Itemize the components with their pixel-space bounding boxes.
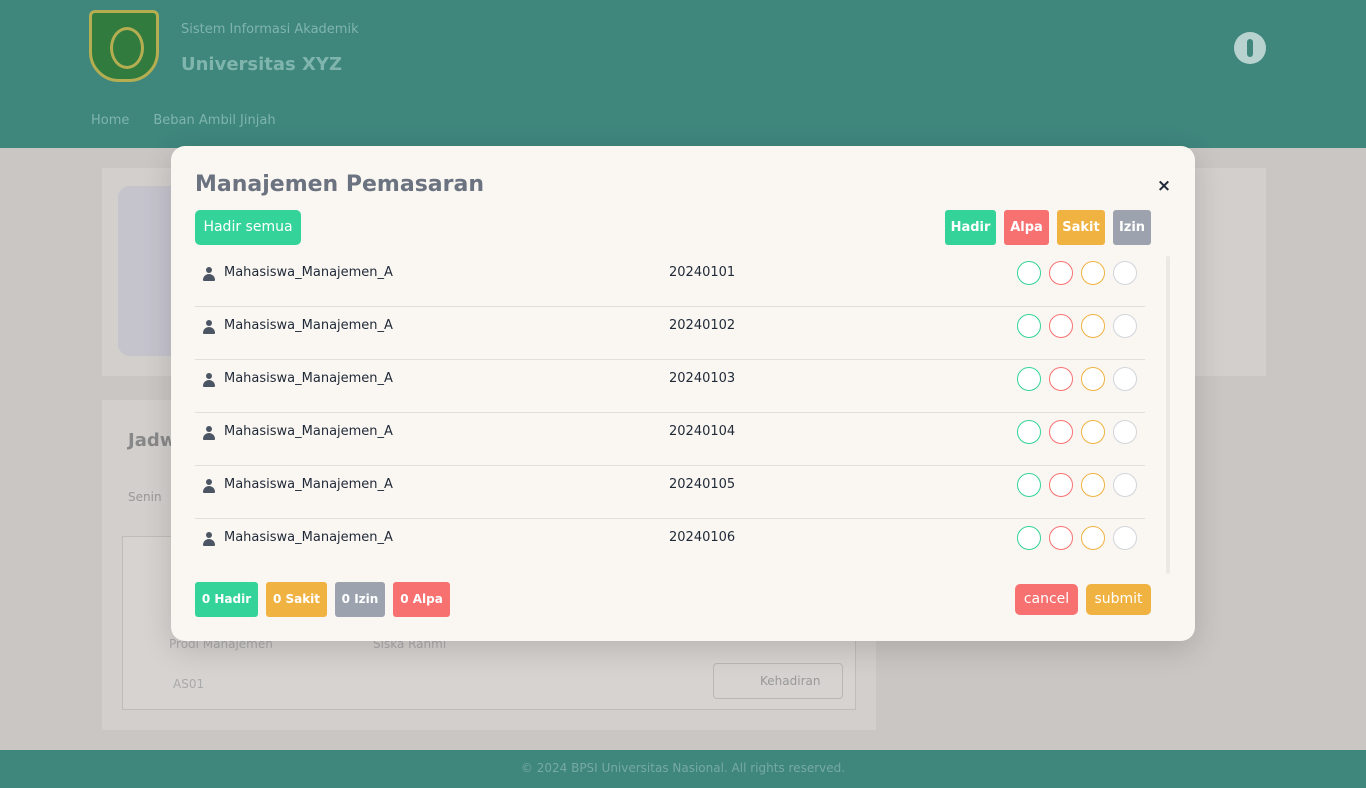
kehadiran-button[interactable]: Kehadiran [713,663,843,699]
radio-sakit[interactable] [1081,420,1105,444]
legend-hadir: Hadir [945,210,996,245]
radio-hadir[interactable] [1017,420,1041,444]
student-name: Mahasiswa_Manajemen_A [224,477,393,492]
legend-izin: Izin [1113,210,1151,245]
count-hadir-badge: 0 Hadir [195,582,258,617]
hadir-all-button[interactable]: Hadir semua [195,210,301,245]
count-alpa-badge: 0 Alpa [393,582,450,617]
radio-sakit[interactable] [1081,314,1105,338]
university-logo [89,10,159,82]
footer-text: © 2024 BPSI Universitas Nasional. All ri… [520,761,846,775]
nav-beban[interactable]: Beban Ambil Jinjah [153,113,275,128]
radio-izin[interactable] [1113,261,1137,285]
student-nim: 20240105 [669,477,736,492]
user-menu-icon[interactable] [1234,32,1266,64]
legend-sakit: Sakit [1057,210,1105,245]
app-footer: © 2024 BPSI Universitas Nasional. All ri… [0,750,1366,788]
student-nim: 20240102 [669,318,736,333]
student-nim: 20240101 [669,265,736,280]
radio-alpa[interactable] [1049,367,1073,391]
student-row: Mahasiswa_Manajemen_A 20240101 [195,254,1145,307]
student-nim: 20240103 [669,371,736,386]
student-name: Mahasiswa_Manajemen_A [224,371,393,386]
app-header: Sistem Informasi Akademik Universitas XY… [0,0,1366,148]
radio-izin[interactable] [1113,314,1137,338]
student-nim: 20240106 [669,530,736,545]
user-icon [203,479,215,493]
submit-button[interactable]: submit [1086,584,1151,615]
student-name: Mahasiswa_Manajemen_A [224,424,393,439]
radio-hadir[interactable] [1017,367,1041,391]
modal-title: Manajemen Pemasaran [195,172,484,197]
user-icon [203,320,215,334]
user-icon [203,373,215,387]
student-name: Mahasiswa_Manajemen_A [224,318,393,333]
count-sakit-badge: 0 Sakit [266,582,327,617]
radio-alpa[interactable] [1049,261,1073,285]
student-row: Mahasiswa_Manajemen_A 20240106 [195,519,1145,570]
legend-alpa: Alpa [1004,210,1049,245]
schedule-room: AS01 [173,677,205,691]
radio-hadir[interactable] [1017,261,1041,285]
user-icon [203,267,215,281]
user-icon [203,532,215,546]
radio-alpa[interactable] [1049,473,1073,497]
student-name: Mahasiswa_Manajemen_A [224,265,393,280]
radio-sakit[interactable] [1081,261,1105,285]
radio-sakit[interactable] [1081,526,1105,550]
count-izin-badge: 0 Izin [335,582,385,617]
radio-izin[interactable] [1113,526,1137,550]
user-icon [203,426,215,440]
student-row: Mahasiswa_Manajemen_A 20240104 [195,413,1145,466]
radio-hadir[interactable] [1017,473,1041,497]
main-nav: Home Beban Ambil Jinjah [91,113,276,128]
radio-sakit[interactable] [1081,473,1105,497]
attendance-modal: Manajemen Pemasaran × Hadir semua Hadir … [171,146,1195,641]
schedule-day: Senin [128,490,162,504]
student-list: Mahasiswa_Manajemen_A 20240101 Mahasiswa… [195,254,1145,570]
student-row: Mahasiswa_Manajemen_A 20240105 [195,466,1145,519]
student-row: Mahasiswa_Manajemen_A 20240102 [195,307,1145,360]
app-title: Universitas XYZ [181,54,342,75]
radio-izin[interactable] [1113,420,1137,444]
student-name: Mahasiswa_Manajemen_A [224,530,393,545]
radio-izin[interactable] [1113,367,1137,391]
radio-sakit[interactable] [1081,367,1105,391]
list-scrollbar[interactable] [1166,256,1170,574]
radio-alpa[interactable] [1049,420,1073,444]
close-icon[interactable]: × [1156,178,1172,195]
cancel-button[interactable]: cancel [1015,584,1078,615]
radio-alpa[interactable] [1049,314,1073,338]
radio-hadir[interactable] [1017,526,1041,550]
schedule-heading: Jadw [128,430,177,451]
student-row: Mahasiswa_Manajemen_A 20240103 [195,360,1145,413]
radio-alpa[interactable] [1049,526,1073,550]
nav-home[interactable]: Home [91,113,129,128]
radio-hadir[interactable] [1017,314,1041,338]
radio-izin[interactable] [1113,473,1137,497]
app-subtitle: Sistem Informasi Akademik [181,22,359,37]
student-nim: 20240104 [669,424,736,439]
